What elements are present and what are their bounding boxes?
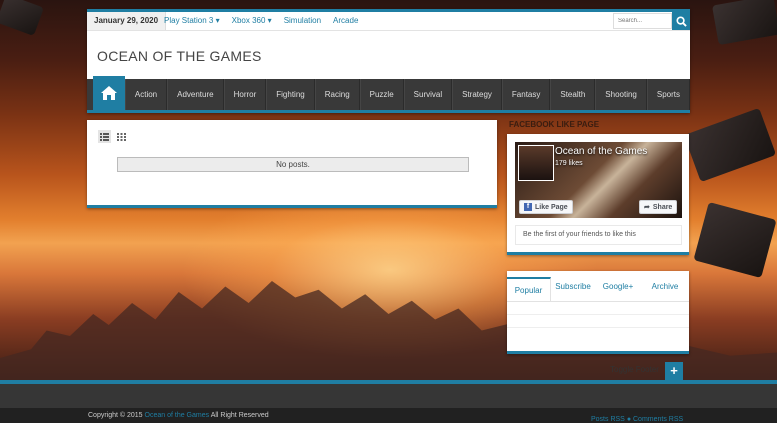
facebook-widget-title: Facebook Like Page (509, 120, 600, 129)
no-posts-message: No posts. (117, 157, 469, 172)
view-toggle (98, 130, 132, 143)
nav-item-fighting[interactable]: Fighting (266, 79, 315, 110)
top-nav-label: Xbox 360 (231, 16, 266, 25)
toggle-footer-label[interactable]: Toggle Footer (610, 365, 659, 374)
facebook-page-name[interactable]: Ocean of the Games (555, 146, 647, 157)
tab-subscribe[interactable]: Subscribe (551, 271, 595, 301)
toggle-footer-button[interactable]: + (665, 362, 683, 380)
search-button[interactable] (672, 12, 690, 30)
nav-item-racing[interactable]: Racing (314, 79, 360, 110)
rss-separator: ● (626, 416, 632, 423)
list-view-button[interactable] (98, 130, 111, 143)
nav-item-adventure[interactable]: Adventure (167, 79, 224, 110)
posts-rss-link[interactable]: Posts RSS (591, 416, 625, 423)
search-icon (675, 15, 687, 27)
grid-view-button[interactable] (115, 130, 128, 143)
comments-rss-link[interactable]: Comments RSS (633, 416, 683, 423)
nav-item-stealth[interactable]: Stealth (550, 79, 596, 110)
copyright-suffix: All Right Reserved (210, 412, 269, 419)
plus-icon: + (670, 363, 678, 378)
sidebar-tabs-widget: Popular Subscribe Google+ Archive (507, 271, 689, 354)
grid-view-icon (117, 132, 126, 141)
facebook-icon: f (524, 203, 532, 211)
home-button[interactable] (93, 76, 125, 110)
nav-item-sports[interactable]: Sports (646, 79, 690, 110)
search-input[interactable] (613, 13, 672, 29)
facebook-share-label: Share (652, 203, 673, 211)
facebook-share-button[interactable]: ➦ Share (639, 200, 678, 214)
tab-content-divider (507, 327, 689, 328)
facebook-page-likes: 179 likes (555, 160, 583, 167)
facebook-page-banner[interactable]: Ocean of the Games 179 likes f Like Page… (515, 142, 682, 218)
top-nav-simulation[interactable]: Simulation (284, 12, 321, 30)
top-bar: January 29, 2020 Play Station 3 ▾ Xbox 3… (87, 12, 690, 31)
nav-item-survival[interactable]: Survival (403, 79, 453, 110)
facebook-page-avatar[interactable] (518, 145, 554, 181)
search-box (613, 12, 690, 30)
sidebar-tabs: Popular Subscribe Google+ Archive (507, 271, 689, 302)
tab-google-plus[interactable]: Google+ (595, 271, 641, 301)
nav-item-action[interactable]: Action (124, 79, 168, 110)
home-icon (100, 86, 117, 100)
nav-item-strategy[interactable]: Strategy (452, 79, 502, 110)
site-title[interactable]: OCEAN OF THE GAMES (97, 48, 262, 64)
copyright-prefix: Copyright © 2015 (88, 412, 143, 419)
facebook-widget: Ocean of the Games 179 likes f Like Page… (507, 134, 689, 255)
copyright-text: Copyright © 2015 Ocean of the Games All … (88, 412, 269, 419)
share-icon: ➦ (644, 204, 650, 211)
main-nav: Action Adventure Horror Fighting Racing … (87, 76, 690, 113)
top-nav-arcade[interactable]: Arcade (333, 12, 358, 30)
nav-item-puzzle[interactable]: Puzzle (359, 79, 404, 110)
copyright-brand-link[interactable]: Ocean of the Games (145, 412, 210, 419)
current-date: January 29, 2020 (87, 12, 167, 30)
chevron-down-icon: ▾ (215, 16, 220, 25)
tab-archive[interactable]: Archive (641, 271, 689, 301)
top-nav-xbox360[interactable]: Xbox 360 ▾ (232, 12, 272, 30)
list-view-icon (100, 132, 109, 141)
top-nav-playstation3[interactable]: Play Station 3 ▾ (164, 12, 220, 30)
tab-popular[interactable]: Popular (507, 277, 551, 301)
tab-content-divider (507, 314, 689, 315)
nav-item-fantasy[interactable]: Fantasy (501, 79, 551, 110)
nav-item-horror[interactable]: Horror (223, 79, 267, 110)
chevron-down-icon: ▾ (267, 16, 272, 25)
posts-panel: No posts. (87, 120, 497, 208)
site-header: January 29, 2020 Play Station 3 ▾ Xbox 3… (87, 9, 690, 113)
rss-links: Posts RSS ● Comments RSS (591, 416, 683, 423)
top-nav-label: Play Station 3 (164, 16, 214, 25)
facebook-like-label: Like Page (535, 203, 568, 211)
footer-widgets-area (0, 384, 777, 408)
nav-item-shooting[interactable]: Shooting (595, 79, 647, 110)
facebook-friends-text: Be the first of your friends to like thi… (515, 225, 682, 245)
top-nav: Play Station 3 ▾ Xbox 360 ▾ Simulation A… (164, 12, 370, 30)
facebook-like-button[interactable]: f Like Page (519, 200, 573, 214)
